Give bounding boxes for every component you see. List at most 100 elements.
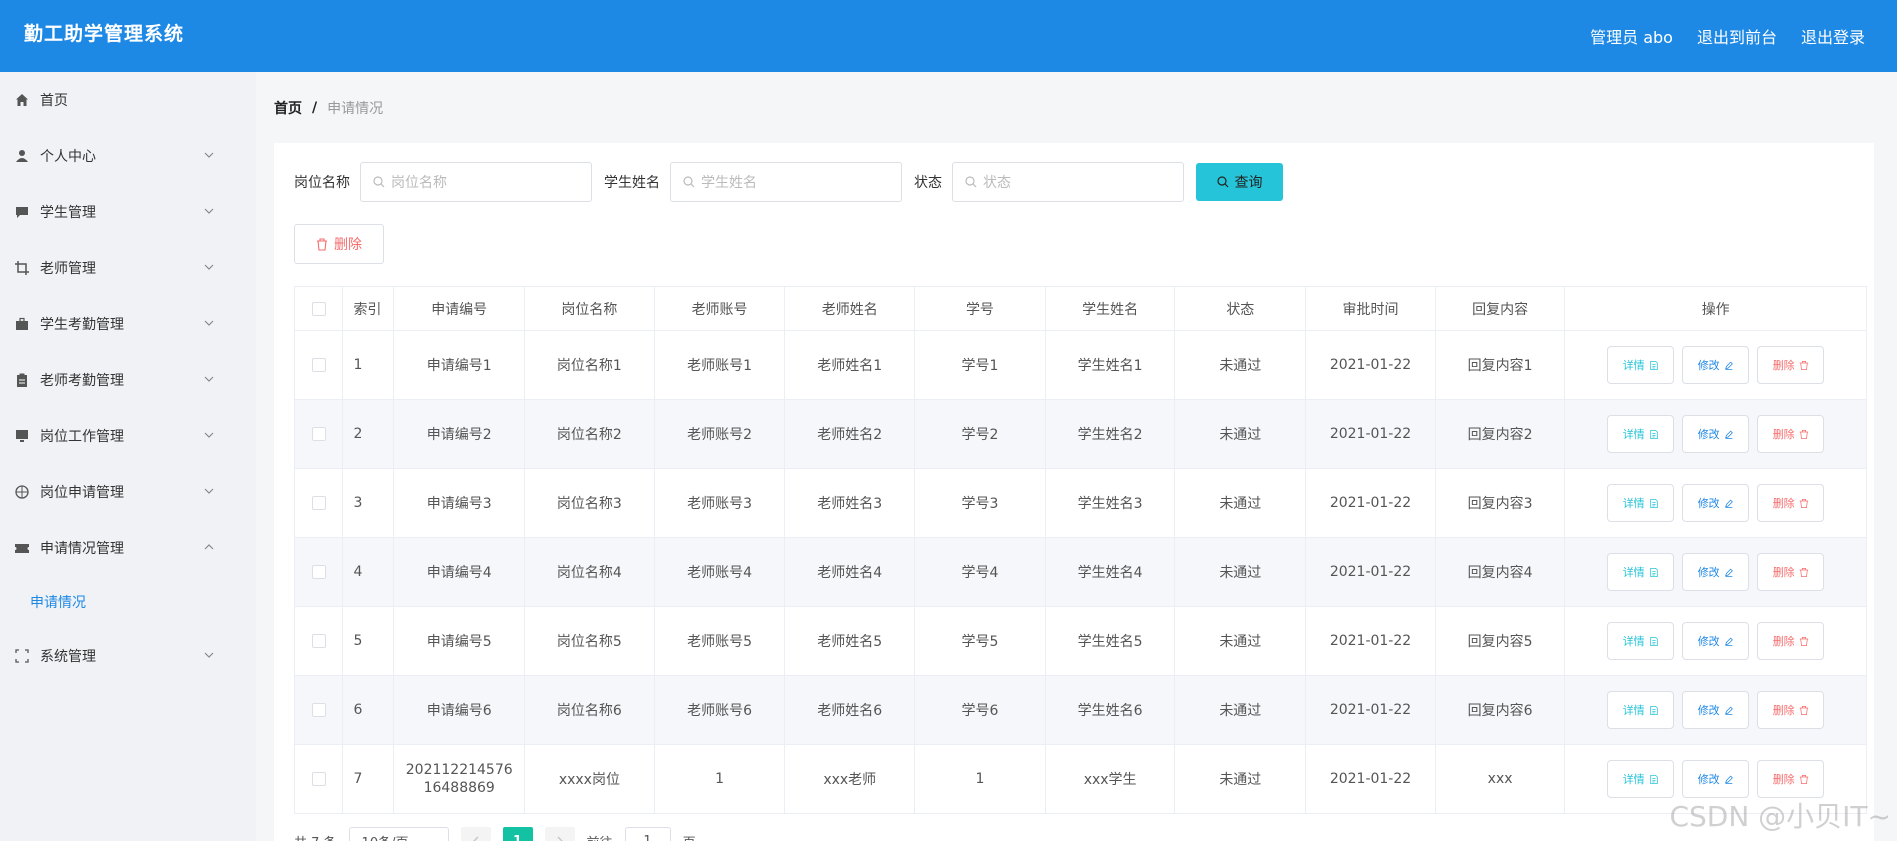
row-select-cell[interactable] <box>293 330 344 400</box>
sidebar: 首页 个人中心 学生管理 老师管理 学生考勤管理 老师考勤管理 岗位工作管理 岗… <box>0 72 256 841</box>
status-input[interactable]: 状态 <box>952 162 1184 202</box>
cell-actions: 详情 修改 删除 <box>1564 468 1867 538</box>
sidebar-item-teacher-mgmt[interactable]: 老师管理 <box>0 240 256 296</box>
row-select-cell[interactable] <box>293 675 344 745</box>
page-number-current[interactable]: 1 <box>502 827 533 841</box>
detail-button[interactable]: 详情 <box>1607 760 1675 798</box>
edit-button[interactable]: 修改 <box>1682 760 1750 798</box>
goto-page-input[interactable]: 1 <box>624 827 671 841</box>
delete-button[interactable]: 删除 <box>1757 484 1825 522</box>
sidebar-item-job-work[interactable]: 岗位工作管理 <box>0 408 256 464</box>
cell-approval-time: 2021-01-22 <box>1305 399 1436 469</box>
student-name-input[interactable]: 学生姓名 <box>670 162 902 202</box>
watermark: CSDN @小贝IT~ <box>1669 800 1891 833</box>
cell-index: 1 <box>342 330 395 400</box>
logout-link[interactable]: 退出登录 <box>1801 24 1865 48</box>
row-select-cell[interactable] <box>293 537 344 607</box>
delete-button-label: 删除 <box>1772 773 1795 786</box>
edit-button[interactable]: 修改 <box>1682 553 1750 591</box>
edit-button-label: 修改 <box>1697 635 1720 648</box>
edit-button[interactable]: 修改 <box>1682 484 1750 522</box>
sidebar-subitem-application-status[interactable]: 申请情况 <box>0 576 256 628</box>
page-size-select[interactable]: 10条/页 <box>348 827 449 841</box>
edit-button[interactable]: 修改 <box>1682 415 1750 453</box>
detail-button[interactable]: 详情 <box>1607 346 1675 384</box>
exit-to-frontend-link[interactable]: 退出到前台 <box>1697 24 1777 48</box>
delete-button-label: 删除 <box>1772 566 1795 579</box>
sidebar-item-teacher-attendance[interactable]: 老师考勤管理 <box>0 352 256 408</box>
cell-student-id: 学号2 <box>914 399 1046 469</box>
delete-button[interactable]: 删除 <box>1757 760 1825 798</box>
detail-button-label: 详情 <box>1622 428 1645 441</box>
row-select-cell[interactable] <box>293 744 344 814</box>
cell-application-id: 申请编号5 <box>393 606 526 676</box>
goto-prefix: 前往 <box>587 832 613 841</box>
cell-index: 5 <box>342 606 395 676</box>
row-select-cell[interactable] <box>293 468 344 538</box>
row-checkbox[interactable] <box>311 427 326 441</box>
detail-button[interactable]: 详情 <box>1607 415 1675 453</box>
column-header: 回复内容 <box>1434 286 1566 331</box>
pencil-icon <box>1724 706 1733 715</box>
delete-button-label: 删除 <box>1772 635 1795 648</box>
next-page-button[interactable] <box>544 827 575 841</box>
detail-button[interactable]: 详情 <box>1607 553 1675 591</box>
column-header: 审批时间 <box>1305 286 1436 331</box>
detail-button[interactable]: 详情 <box>1607 622 1675 660</box>
delete-button[interactable]: 删除 <box>1757 346 1825 384</box>
column-header: 操作 <box>1564 286 1867 331</box>
cell-reply-content: 回复内容6 <box>1434 675 1566 745</box>
edit-button[interactable]: 修改 <box>1682 622 1750 660</box>
delete-button[interactable]: 删除 <box>1757 622 1825 660</box>
row-checkbox[interactable] <box>311 496 326 510</box>
admin-user-link[interactable]: 管理员 abo <box>1590 24 1673 48</box>
column-header: 老师姓名 <box>784 286 916 331</box>
sidebar-item-job-application[interactable]: 岗位申请管理 <box>0 464 256 520</box>
row-select-cell[interactable] <box>293 399 344 469</box>
sidebar-item-home[interactable]: 首页 <box>0 72 256 128</box>
cell-student-id: 学号1 <box>914 330 1046 400</box>
row-checkbox[interactable] <box>311 565 326 579</box>
trash-icon <box>1799 774 1808 784</box>
breadcrumb-home[interactable]: 首页 <box>274 98 302 118</box>
delete-button[interactable]: 删除 <box>1757 691 1825 729</box>
row-checkbox[interactable] <box>311 358 326 372</box>
detail-button[interactable]: 详情 <box>1607 691 1675 729</box>
cell-teacher-account: 老师账号3 <box>653 468 786 538</box>
delete-button[interactable]: 删除 <box>1757 415 1825 453</box>
prev-page-button[interactable] <box>460 827 491 841</box>
cell-application-id: 申请编号4 <box>393 537 526 607</box>
delete-button[interactable]: 删除 <box>1757 553 1825 591</box>
job-name-input[interactable]: 岗位名称 <box>360 162 592 202</box>
detail-button-label: 详情 <box>1622 359 1645 372</box>
edit-button-label: 修改 <box>1697 566 1720 579</box>
briefcase-icon <box>14 316 30 332</box>
chevron-down-icon <box>204 428 214 444</box>
cell-job-name: 岗位名称6 <box>524 675 655 745</box>
row-checkbox[interactable] <box>311 703 326 717</box>
cell-actions: 详情 修改 删除 <box>1564 399 1867 469</box>
sidebar-item-student-attendance[interactable]: 学生考勤管理 <box>0 296 256 352</box>
edit-button[interactable]: 修改 <box>1682 691 1750 729</box>
query-button[interactable]: 查询 <box>1196 163 1283 201</box>
job-name-placeholder: 岗位名称 <box>391 175 447 191</box>
cell-teacher-name: 老师姓名4 <box>784 537 916 607</box>
cell-approval-time: 2021-01-22 <box>1305 468 1436 538</box>
batch-delete-button[interactable]: 删除 <box>294 224 384 264</box>
detail-button-label: 详情 <box>1622 635 1645 648</box>
row-select-cell[interactable] <box>293 606 344 676</box>
row-checkbox[interactable] <box>311 634 326 648</box>
cell-index: 3 <box>342 468 395 538</box>
select-all-cell[interactable] <box>293 286 344 331</box>
sidebar-item-label: 申请情况管理 <box>40 541 124 557</box>
sidebar-item-application-status-mgmt[interactable]: 申请情况管理 <box>0 520 256 576</box>
trash-icon <box>317 237 327 251</box>
sidebar-item-student-mgmt[interactable]: 学生管理 <box>0 184 256 240</box>
sidebar-item-personal-center[interactable]: 个人中心 <box>0 128 256 184</box>
row-checkbox[interactable] <box>311 772 326 786</box>
user-icon <box>14 148 30 164</box>
select-all-checkbox[interactable] <box>311 301 326 316</box>
detail-button[interactable]: 详情 <box>1607 484 1675 522</box>
sidebar-item-system-mgmt[interactable]: 系统管理 <box>0 628 256 684</box>
edit-button[interactable]: 修改 <box>1682 346 1750 384</box>
